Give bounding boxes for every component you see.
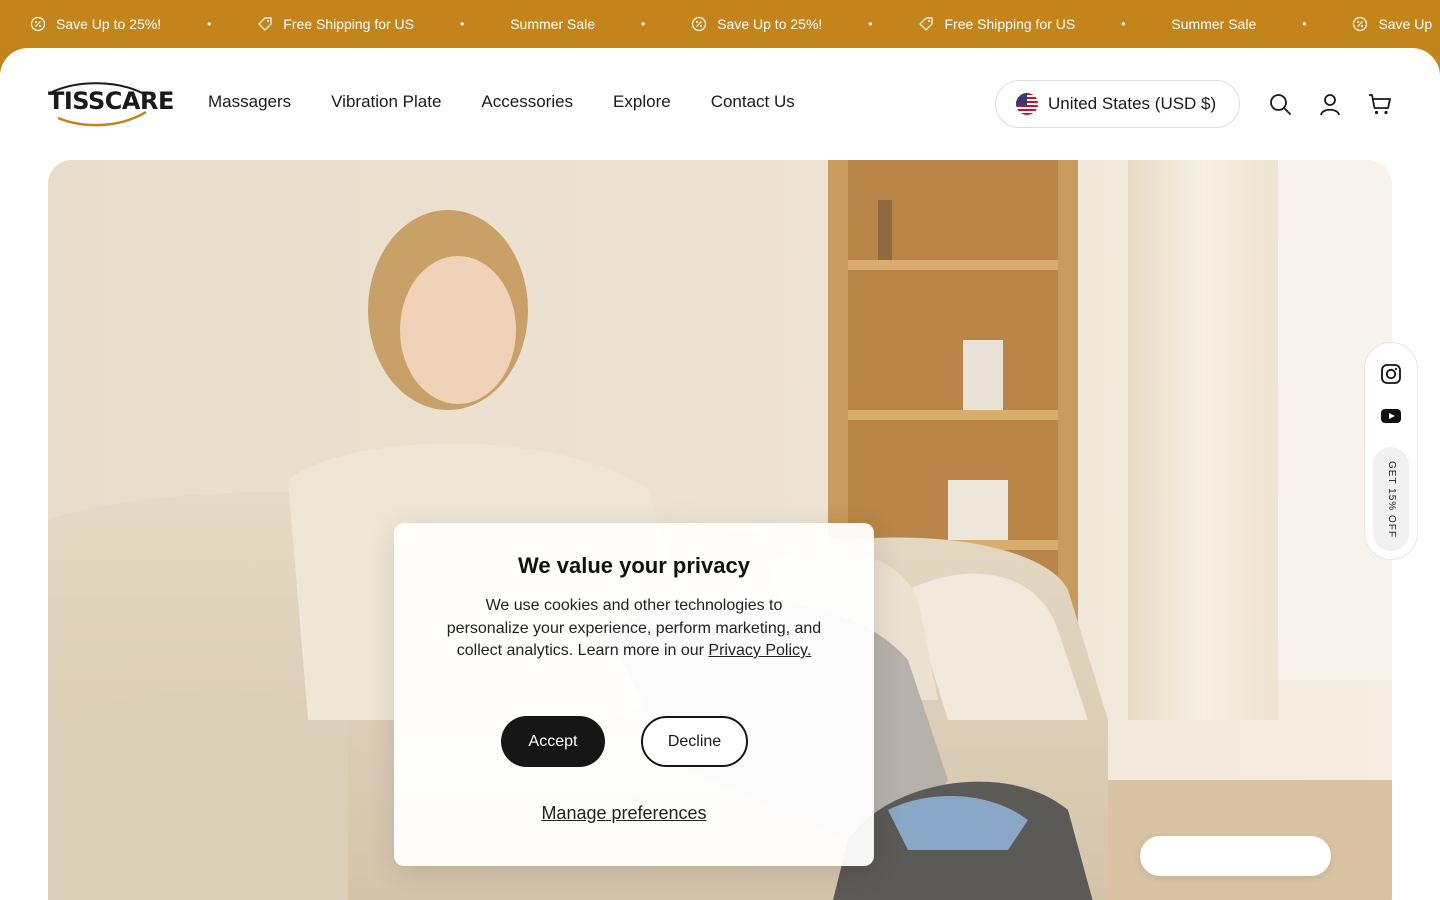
announcement-separator: •: [641, 17, 646, 31]
announcement-item: Free Shipping for US: [918, 16, 1075, 32]
announcement-bar: Save Up to 25%! • Free Shipping for US •…: [0, 0, 1440, 48]
announcement-separator: •: [1302, 17, 1307, 31]
main-nav: Massagers Vibration Plate Accessories Ex…: [208, 92, 795, 112]
announcement-text: Free Shipping for US: [944, 16, 1076, 32]
cookie-body: We use cookies and other technologies to…: [446, 595, 822, 663]
brand-logo[interactable]: TISSCARE: [48, 82, 174, 128]
cookie-title: We value your privacy: [518, 553, 750, 578]
nav-item-massagers[interactable]: Massagers: [208, 92, 291, 112]
shipping-tag-icon: [918, 16, 934, 32]
manage-preferences-link[interactable]: Manage preferences: [394, 803, 854, 824]
decline-button[interactable]: Decline: [641, 716, 748, 767]
site-header: TISSCARE Massagers Vibration Plate Acces…: [0, 48, 1440, 160]
nav-item-accessories[interactable]: Accessories: [481, 92, 573, 112]
social-rail: GET 15% OFF: [1364, 342, 1418, 560]
announcement-text: Save Up to 25%!: [717, 16, 823, 32]
cart-icon[interactable]: [1368, 92, 1392, 116]
announcement-separator: •: [207, 17, 212, 31]
announcement-separator: •: [460, 17, 465, 31]
announcement-track: Save Up to 25%! • Free Shipping for US •…: [30, 0, 1432, 48]
search-icon[interactable]: [1268, 92, 1292, 116]
discount-badge-icon: [691, 16, 707, 32]
promo-tab[interactable]: GET 15% OFF: [1373, 447, 1409, 551]
announcement-item: Free Shipping for US: [257, 16, 414, 32]
shipping-tag-icon: [257, 16, 273, 32]
accept-button[interactable]: Accept: [501, 716, 605, 767]
announcement-item: Summer Sale: [510, 16, 595, 32]
country-label: United States (USD $): [1048, 94, 1217, 113]
announcement-item: Summer Sale: [1171, 16, 1256, 32]
floating-widget[interactable]: [1140, 836, 1331, 876]
logo-text: TISSCARE: [48, 87, 174, 115]
nav-item-contact-us[interactable]: Contact Us: [711, 92, 795, 112]
announcement-text: Free Shipping for US: [283, 16, 414, 32]
announcement-text: Summer Sale: [510, 16, 596, 32]
instagram-icon[interactable]: [1380, 363, 1402, 385]
promo-label: GET 15% OFF: [1385, 460, 1397, 538]
announcement-text: Save Up: [1378, 16, 1433, 32]
nav-item-vibration-plate[interactable]: Vibration Plate: [331, 92, 441, 112]
discount-badge-icon: [30, 16, 46, 32]
cookie-consent-dialog: We value your privacy We use cookies and…: [394, 523, 874, 866]
announcement-item: Save Up to 25%!: [30, 16, 161, 32]
announcement-separator: •: [1121, 17, 1126, 31]
account-icon[interactable]: [1318, 92, 1342, 116]
announcement-text: Save Up to 25%!: [56, 16, 162, 32]
us-flag-icon: [1016, 93, 1038, 115]
youtube-icon[interactable]: [1380, 405, 1402, 427]
discount-badge-icon: [1352, 16, 1368, 32]
nav-item-explore[interactable]: Explore: [613, 92, 671, 112]
announcement-separator: •: [868, 17, 873, 31]
announcement-text: Summer Sale: [1171, 16, 1257, 32]
country-selector[interactable]: United States (USD $): [995, 80, 1240, 128]
announcement-item: Save Up to 25%!: [691, 16, 822, 32]
announcement-item: Save Up: [1352, 16, 1432, 32]
privacy-policy-link[interactable]: Privacy Policy.: [708, 642, 811, 659]
